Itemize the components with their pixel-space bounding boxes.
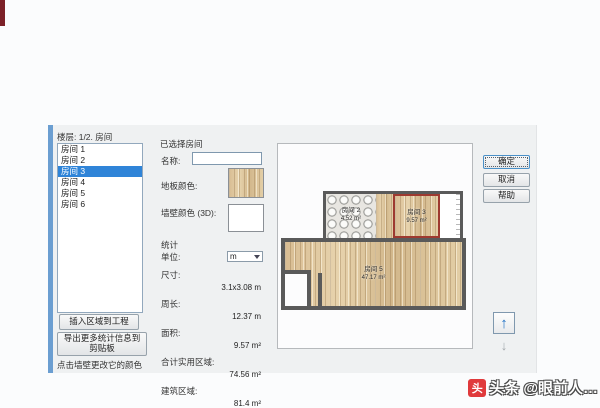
room-list-item[interactable]: 房间 6	[58, 199, 142, 210]
wall-color-hint: 点击墙壁更改它的颜色	[57, 360, 143, 370]
name-label: 名称:	[161, 156, 181, 166]
window-marker	[456, 194, 460, 238]
building-area-row: 建筑区域: 81.4 m²	[161, 381, 263, 408]
plan-wall-stub	[318, 273, 322, 306]
plan-upper-rooms: 房间 2 4.52 m² 房间 3 9.57 m²	[323, 191, 463, 241]
size-row: 尺寸: 3.1x3.08 m	[161, 265, 263, 292]
size-label: 尺寸:	[161, 270, 181, 280]
room-list-item[interactable]: 房间 2	[58, 155, 142, 166]
unit-label: 单位:	[161, 251, 181, 262]
export-stats-button[interactable]: 导出更多统计信息到剪贴板	[57, 332, 147, 356]
plan-corridor[interactable]	[376, 194, 393, 238]
room-area: 4.52 m²	[340, 215, 362, 222]
plan-room-large[interactable]: 房间 5 47.17 m²	[281, 238, 466, 310]
room-name: 房间 2	[341, 207, 361, 214]
help-button[interactable]: 帮助	[483, 189, 530, 203]
room-name-input[interactable]	[192, 152, 262, 165]
floor-color-swatch[interactable]	[228, 168, 264, 198]
move-up-button[interactable]: ↑	[493, 312, 515, 334]
unit-row: 单位: m	[161, 250, 263, 263]
ok-button[interactable]: 确定	[483, 155, 530, 169]
move-down-button[interactable]: ↓	[495, 336, 513, 354]
plan-notch	[285, 270, 311, 306]
usable-area-row: 合计实用区域: 74.56 m²	[161, 352, 263, 379]
rooms-list[interactable]: 房间 1 房间 2 房间 3 房间 4 房间 5 房间 6	[57, 143, 143, 313]
room-name: 房间 3	[407, 209, 426, 216]
room-area: 9.57 m²	[406, 217, 427, 224]
wall-color-swatch[interactable]	[228, 204, 264, 232]
plan-empty-space	[440, 194, 460, 238]
toutiao-logo-icon: 头	[468, 378, 487, 397]
usable-area-label: 合计实用区域:	[161, 357, 215, 367]
perimeter-row: 周长: 12.37 m	[161, 294, 263, 321]
room-label: 房间 3 9.57 m²	[395, 209, 438, 225]
room-name: 房间 5	[364, 266, 383, 273]
size-value: 3.1x3.08 m	[221, 283, 261, 292]
unit-dropdown[interactable]: m	[227, 251, 263, 262]
building-area-label: 建筑区域:	[161, 386, 198, 396]
perimeter-label: 周长:	[161, 299, 181, 309]
room-label: 房间 5 47.17 m²	[285, 266, 462, 282]
area-value: 9.57 m²	[233, 341, 261, 350]
plan-room-tiled[interactable]: 房间 2 4.52 m²	[326, 194, 376, 238]
rooms-list-header: 楼层: 1/2. 房间	[57, 132, 113, 142]
room-list-item[interactable]: 房间 1	[58, 144, 142, 155]
chevron-down-icon	[254, 254, 260, 259]
arrow-down-icon: ↓	[500, 337, 508, 353]
room-list-item-selected[interactable]: 房间 3	[58, 166, 142, 177]
room-list-item[interactable]: 房间 5	[58, 188, 142, 199]
cancel-button[interactable]: 取消	[483, 173, 530, 187]
building-area-value: 81.4 m²	[233, 399, 261, 408]
arrow-up-icon: ↑	[500, 314, 508, 332]
watermark-text: 头条 @眼前人…	[489, 380, 598, 397]
room-properties-dialog: 楼层: 1/2. 房间 房间 1 房间 2 房间 3 房间 4 房间 5 房间 …	[48, 125, 537, 408]
floor-color-label: 地板颜色:	[161, 181, 198, 191]
plan-room-selected[interactable]: 房间 3 9.57 m²	[393, 194, 440, 238]
usable-area-value: 74.56 m²	[229, 370, 261, 379]
room-label: 房间 2 4.52 m²	[326, 207, 376, 223]
area-row: 面积: 9.57 m²	[161, 323, 263, 350]
room-area: 47.17 m²	[361, 274, 386, 281]
area-label: 面积:	[161, 328, 181, 338]
floor-plan-preview[interactable]: 房间 5 47.17 m² 房间 2 4.52 m² 房间 3 9.57 m²	[277, 143, 473, 349]
wall-color-label: 墙壁颜色 (3D):	[161, 208, 217, 218]
stats-panel: 单位: m 尺寸: 3.1x3.08 m 周长: 12.37 m 面积: 9.5…	[161, 250, 263, 408]
selected-room-title: 已选择房间	[160, 139, 203, 149]
corner-mark	[0, 0, 5, 26]
insert-area-button[interactable]: 插入区域到工程	[59, 314, 139, 330]
perimeter-value: 12.37 m	[232, 312, 261, 321]
dialog-left-edge	[48, 125, 53, 373]
room-list-item[interactable]: 房间 4	[58, 177, 142, 188]
watermark: 头 头条 @眼前人…	[468, 377, 598, 398]
unit-value: m	[230, 252, 237, 261]
